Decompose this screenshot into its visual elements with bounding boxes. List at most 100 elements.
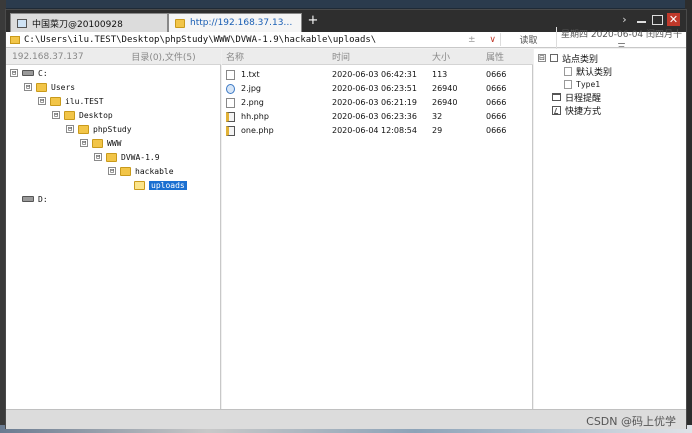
file-name: 2.png xyxy=(241,98,264,107)
page-icon xyxy=(564,79,572,89)
file-list-header: 名称 时间 大小 属性 xyxy=(222,49,533,65)
tree-node-label: C: xyxy=(38,68,48,78)
tree-node-www[interactable]: ⊟ WWW xyxy=(80,137,121,149)
tree-node-label: D: xyxy=(38,194,48,204)
file-row[interactable]: 2.png 2020-06-03 06:21:19 26940 0666 xyxy=(222,96,533,109)
drive-icon xyxy=(22,70,34,76)
path-input[interactable] xyxy=(24,32,468,47)
collapse-icon[interactable]: ⊟ xyxy=(80,139,88,147)
directory-tree: ⊟ C: ⊟ Users ⊟ ilu.TEST ⊟ Desktop ⊟ phpS… xyxy=(6,65,221,409)
tree-node-ilu-test[interactable]: ⊟ ilu.TEST xyxy=(38,95,104,107)
desktop-background-top xyxy=(0,0,692,8)
collapse-icon[interactable]: ⊟ xyxy=(538,54,546,62)
tree-node-desktop[interactable]: ⊟ Desktop xyxy=(52,109,113,121)
tree-node-d[interactable]: D: xyxy=(22,193,48,205)
tree-node-users[interactable]: ⊟ Users xyxy=(24,81,75,93)
folder-icon xyxy=(106,152,117,162)
file-row[interactable]: 1.txt 2020-06-03 06:42:31 113 0666 xyxy=(222,68,533,81)
tree-node-label: ilu.TEST xyxy=(65,96,104,106)
file-attr: 0666 xyxy=(486,84,507,93)
tree-node-hackable[interactable]: ⊟ hackable xyxy=(108,165,174,177)
file-row[interactable]: 2.jpg 2020-06-03 06:23:51 26940 0666 xyxy=(222,82,533,95)
collapse-icon[interactable]: ⊟ xyxy=(38,97,46,105)
window-controls: › ✕ xyxy=(618,13,680,26)
collapse-icon[interactable]: ⊟ xyxy=(94,153,102,161)
folder-icon xyxy=(92,138,103,148)
tree-node-label-selected: uploads xyxy=(149,180,187,190)
address-tools: ± ∨ xyxy=(468,35,500,45)
column-size[interactable]: 大小 xyxy=(432,50,486,63)
column-time[interactable]: 时间 xyxy=(332,50,432,63)
read-button[interactable]: 读取 xyxy=(500,33,556,46)
maximize-button[interactable] xyxy=(652,14,663,25)
php-file-icon xyxy=(226,111,235,122)
watermark-text: CSDN @码上优学 xyxy=(586,415,676,428)
status-bar: CSDN @码上优学 xyxy=(6,409,686,429)
tree-node-dvwa[interactable]: ⊟ DVWA-1.9 xyxy=(94,151,160,163)
file-name: 2.jpg xyxy=(241,84,262,93)
folder-icon xyxy=(50,96,61,106)
file-time: 2020-06-03 06:23:51 xyxy=(332,84,417,93)
file-time: 2020-06-03 06:23:36 xyxy=(332,112,417,121)
address-bar: ± ∨ 读取 星期四 2020-06-04 闰四月十三 xyxy=(6,26,686,53)
file-row[interactable]: hh.php 2020-06-03 06:23:36 32 0666 xyxy=(222,110,533,123)
tree-node-label: WWW xyxy=(107,138,122,148)
type1-node[interactable]: Type1 xyxy=(564,78,600,90)
folder-icon xyxy=(64,110,75,120)
column-name[interactable]: 名称 xyxy=(222,50,332,63)
type1-label: Type1 xyxy=(576,79,601,89)
file-size: 29 xyxy=(432,126,443,135)
collapse-icon[interactable]: ⊟ xyxy=(66,125,74,133)
tab-file-manager-label: http://192.168.37.137/DVW... xyxy=(190,18,295,28)
file-attr: 0666 xyxy=(486,112,507,121)
tab-home[interactable]: 中国菜刀@20100928 xyxy=(10,13,168,32)
column-attr[interactable]: 属性 xyxy=(486,50,533,63)
default-category-node[interactable]: 默认类别 xyxy=(564,65,613,78)
shortcuts-node[interactable]: 快捷方式 xyxy=(552,104,602,117)
site-category-node[interactable]: ⊟ 站点类别 xyxy=(538,52,598,65)
file-name: hh.php xyxy=(241,112,269,121)
file-time: 2020-06-03 06:42:31 xyxy=(332,70,417,79)
window-icon xyxy=(17,18,27,28)
collapse-icon[interactable]: ⊟ xyxy=(24,83,32,91)
directory-summary: 目录(0),文件(5) xyxy=(131,53,196,63)
minimize-button[interactable] xyxy=(635,13,648,26)
host-ip: 192.168.37.137 xyxy=(12,51,84,62)
chevron-right-icon[interactable]: › xyxy=(618,13,631,26)
sort-icon[interactable]: ± xyxy=(468,35,476,45)
file-row[interactable]: one.php 2020-06-04 12:08:54 29 0666 xyxy=(222,124,533,137)
tab-file-manager[interactable]: http://192.168.37.137/DVW... xyxy=(168,13,302,32)
shortcut-icon xyxy=(552,105,561,115)
file-time: 2020-06-03 06:21:19 xyxy=(332,98,417,107)
php-file-icon xyxy=(226,125,235,136)
file-attr: 0666 xyxy=(486,98,507,107)
collapse-icon[interactable]: ⊟ xyxy=(10,69,18,77)
collapse-icon[interactable]: ⊟ xyxy=(52,111,60,119)
tree-node-label: Desktop xyxy=(79,110,113,120)
schedule-node[interactable]: 日程提醒 xyxy=(552,91,601,104)
folder-icon xyxy=(36,82,47,92)
file-size: 32 xyxy=(432,112,443,121)
new-tab-button[interactable]: + xyxy=(306,13,320,29)
folder-icon xyxy=(78,124,89,134)
default-category-label: 默认类别 xyxy=(576,67,613,78)
drive-icon xyxy=(22,196,34,202)
app-window: 中国菜刀@20100928 http://192.168.37.137/DVW.… xyxy=(5,9,687,429)
site-panel: ⊟ 站点类别 默认类别 Type1 日程提醒 快捷方式 xyxy=(534,49,686,409)
tree-node-uploads[interactable]: uploads xyxy=(134,179,187,191)
chevron-down-icon[interactable]: ∨ xyxy=(489,35,496,45)
file-name: one.php xyxy=(241,126,274,135)
file-size: 26940 xyxy=(432,84,458,93)
collapse-icon[interactable]: ⊟ xyxy=(108,167,116,175)
file-time: 2020-06-04 12:08:54 xyxy=(332,126,417,135)
tree-node-c[interactable]: ⊟ C: xyxy=(10,67,48,79)
tree-node-phpstudy[interactable]: ⊟ phpStudy xyxy=(66,123,132,135)
category-icon xyxy=(550,54,558,62)
folder-icon xyxy=(10,35,20,44)
folder-icon xyxy=(120,166,131,176)
shortcuts-label: 快捷方式 xyxy=(565,106,602,117)
file-icon xyxy=(226,97,235,108)
file-attr: 0666 xyxy=(486,126,507,135)
close-button[interactable]: ✕ xyxy=(667,13,680,26)
page-icon xyxy=(564,66,572,76)
